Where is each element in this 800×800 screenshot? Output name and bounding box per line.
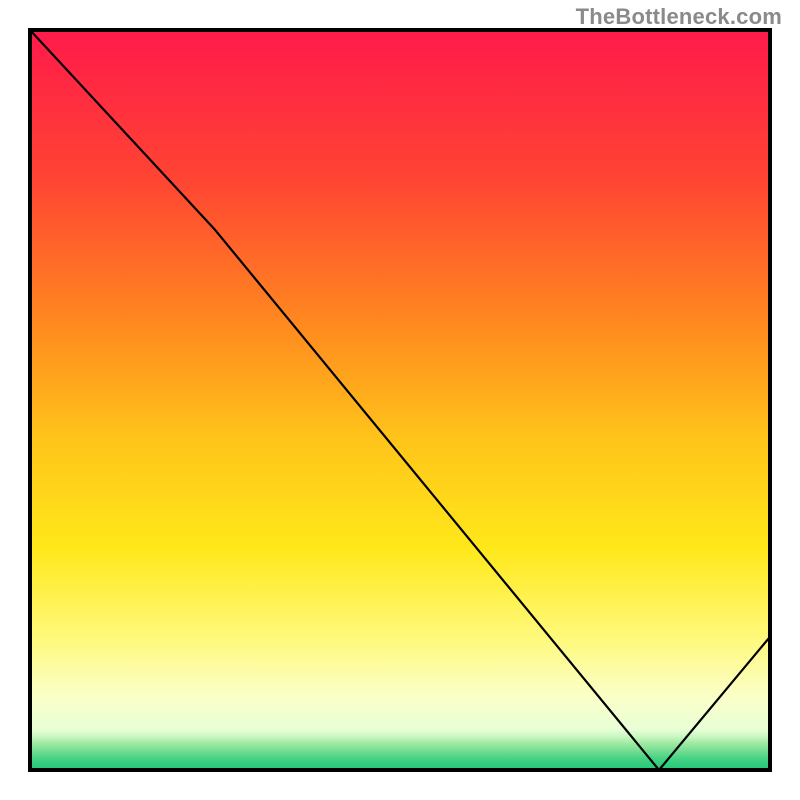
plot-gradient-bg (30, 30, 770, 770)
chart-root: TheBottleneck.com (0, 0, 800, 800)
chart-canvas (0, 0, 800, 800)
watermark-text: TheBottleneck.com (576, 4, 782, 30)
